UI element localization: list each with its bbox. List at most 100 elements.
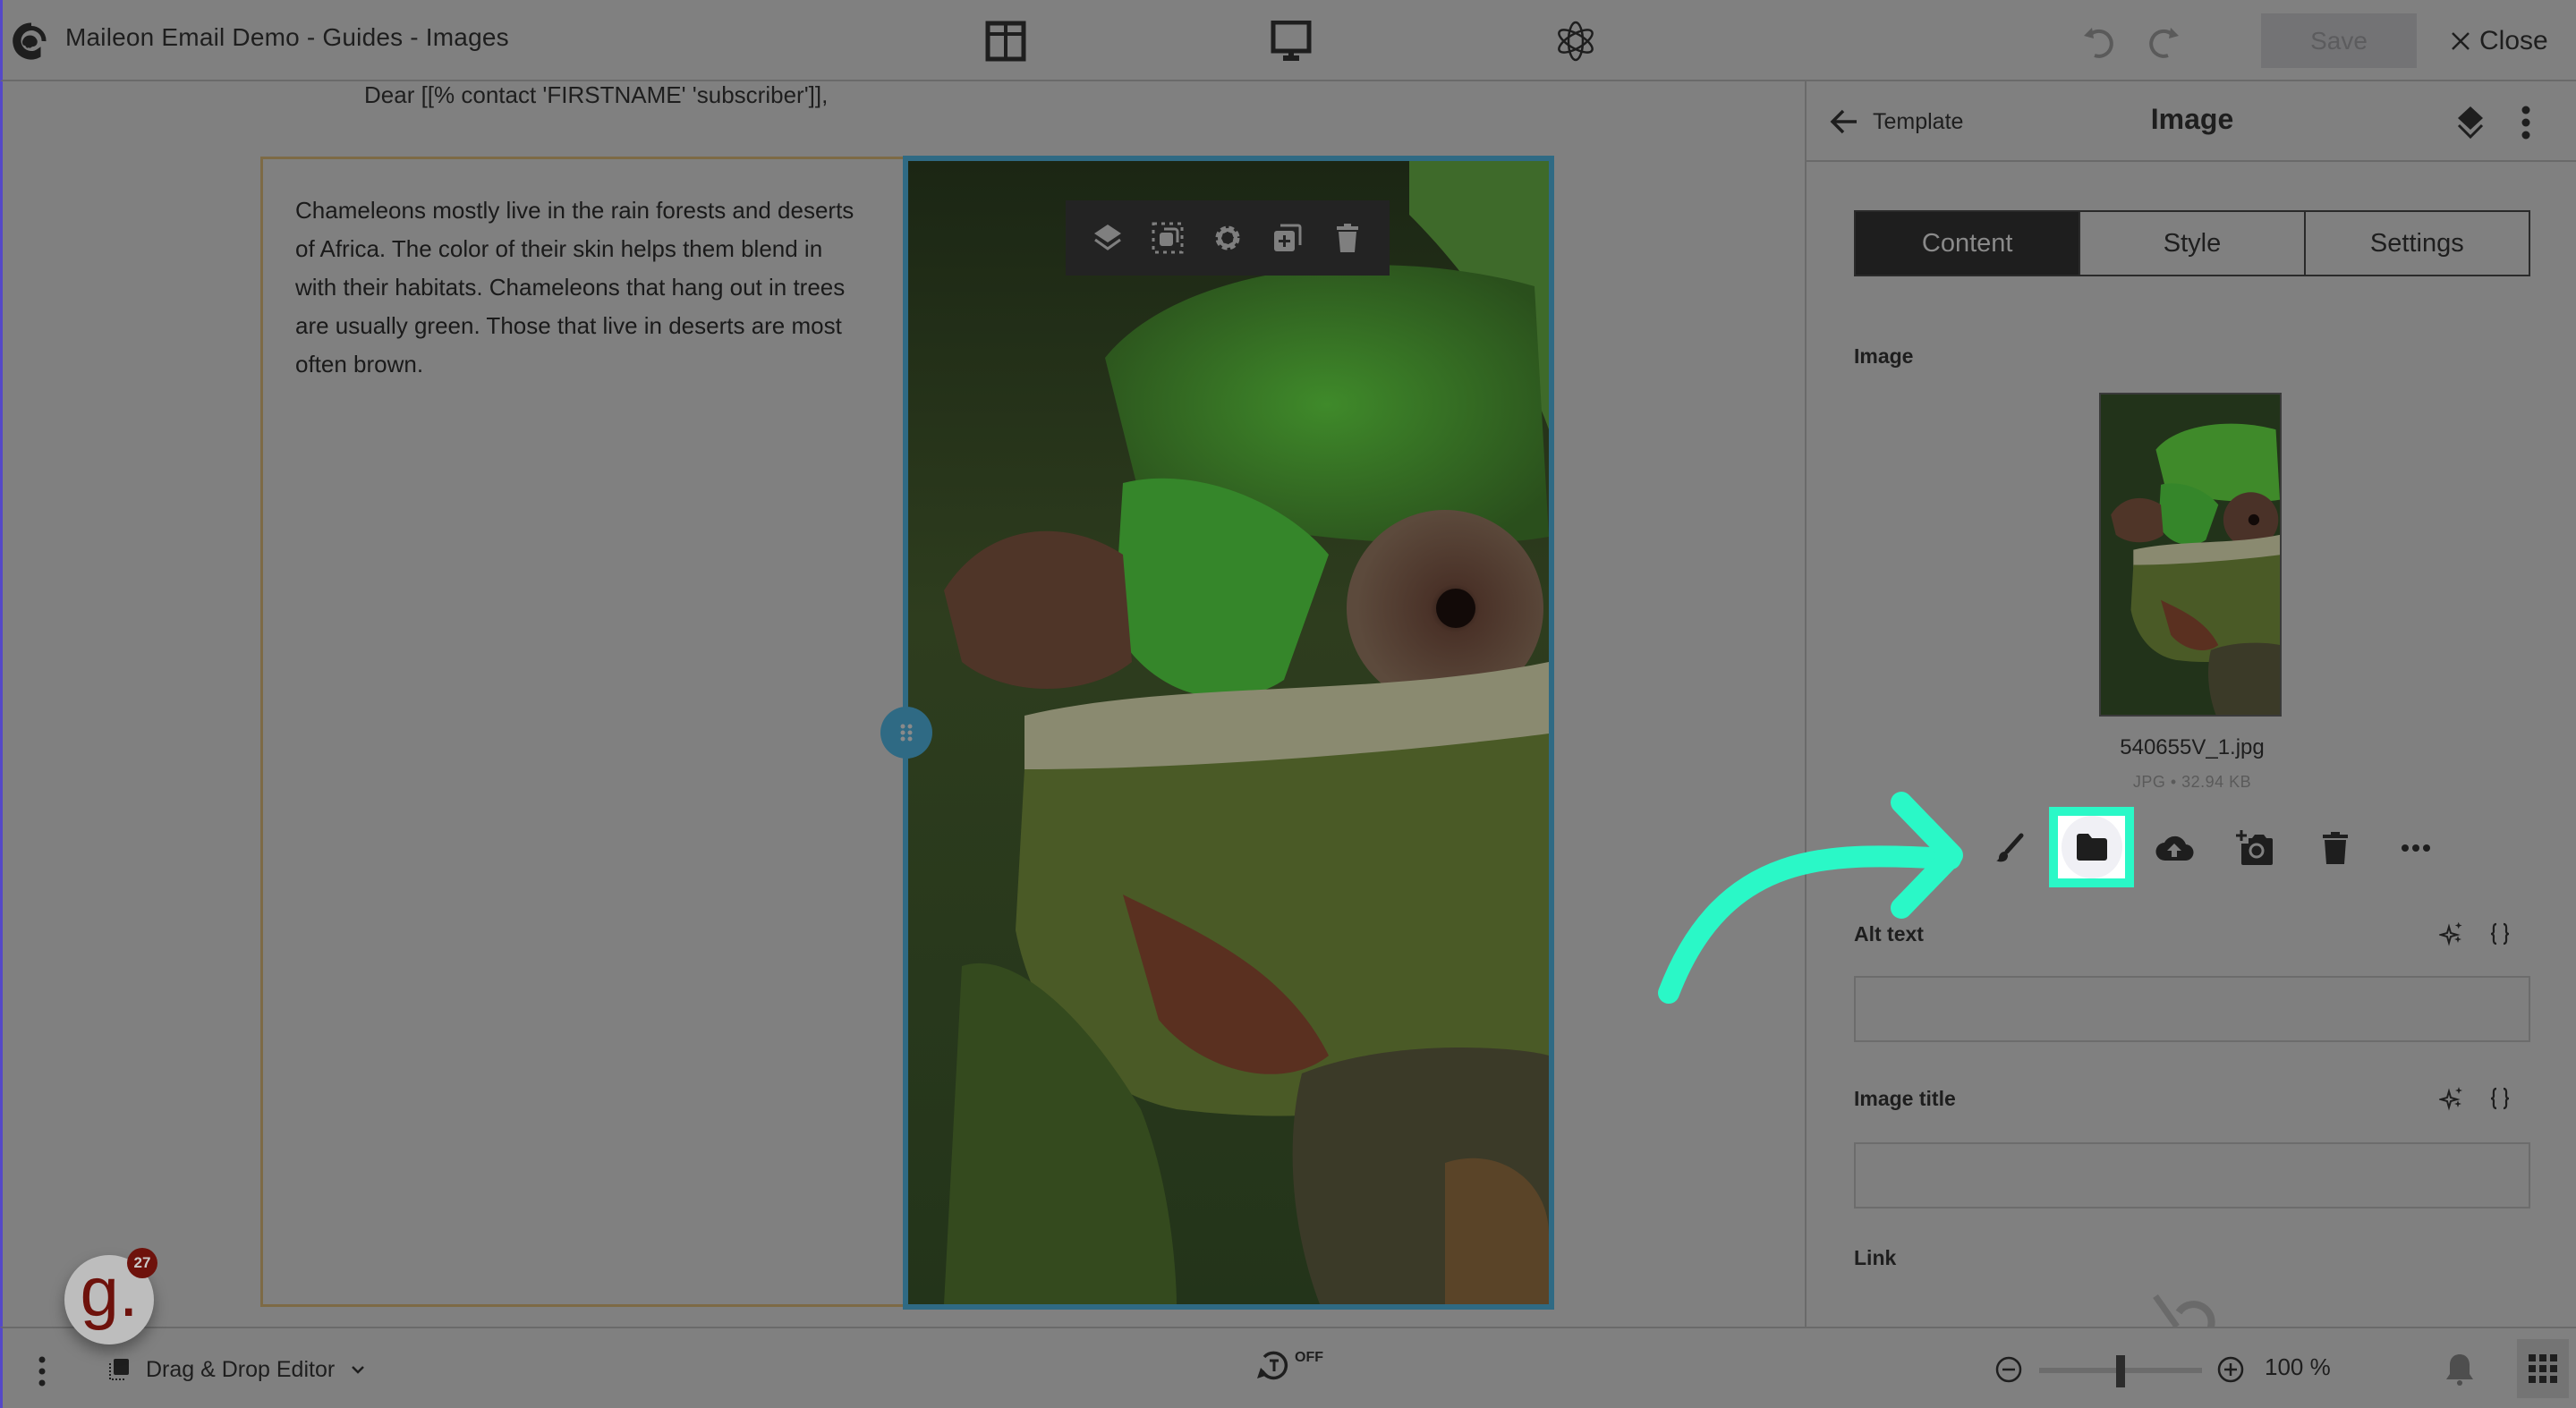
dynamic-content-button[interactable] [1552, 18, 1599, 64]
browse-media-button[interactable] [2049, 807, 2134, 887]
block-layers-button[interactable] [1088, 218, 1127, 258]
zoom-out-icon [1995, 1356, 2022, 1383]
chameleon-image [908, 161, 1549, 1304]
image-title-label: Image title [1854, 1086, 1956, 1110]
tab-settings[interactable]: Settings [2306, 212, 2529, 275]
atom-icon [1558, 21, 1594, 62]
duplicate-icon [1273, 224, 1302, 251]
zoom-in-button[interactable] [2216, 1355, 2245, 1384]
browse-media-highlight [2058, 816, 2125, 878]
edit-image-button[interactable] [1968, 814, 2049, 882]
image-title-input[interactable] [1854, 1142, 2530, 1209]
layers-icon [2457, 106, 2484, 140]
edit-brush-icon [1996, 833, 2024, 862]
alt-text-header: Alt text [1854, 921, 2530, 946]
settings-icon [1215, 225, 1240, 250]
layers-button[interactable] [2453, 105, 2488, 140]
column-resize-handle[interactable] [880, 707, 932, 759]
zoom-slider-thumb[interactable] [2116, 1355, 2125, 1387]
app-menu-button[interactable] [33, 1355, 51, 1387]
drag-drop-editor-icon [109, 1359, 129, 1380]
top-bar: Maileon Email Demo - Guides - Images Sav… [0, 0, 2576, 81]
file-meta: JPG • 32.94 KB [2132, 773, 2252, 791]
editor-mode-label: Drag & Drop Editor [146, 1356, 336, 1382]
personalization-braces-icon[interactable] [2487, 1086, 2512, 1111]
more-image-actions-button[interactable] [2376, 814, 2456, 882]
ai-sparkle-icon[interactable] [2439, 921, 2464, 946]
body-text[interactable]: Chameleons mostly live in the rain fores… [295, 191, 868, 384]
more-vertical-icon [38, 1356, 46, 1387]
block-toolbar [1066, 200, 1390, 276]
apps-grid-icon [2529, 1354, 2557, 1383]
select-parent-button[interactable] [1148, 218, 1187, 258]
close-icon [2452, 32, 2470, 50]
remove-image-button[interactable] [2295, 814, 2376, 882]
upload-cloud-icon [2155, 835, 2194, 861]
image-section-label: Image [1854, 344, 1914, 368]
drag-handle-icon [900, 724, 913, 742]
chevron-down-icon [352, 1366, 365, 1374]
delete-icon [1336, 224, 1358, 252]
browse-folder-icon [2076, 834, 2107, 861]
chameleon-thumbnail-image [2101, 394, 2280, 715]
alt-text-label: Alt text [1854, 921, 1924, 946]
browse-media-hover [2061, 816, 2122, 878]
redo-button[interactable] [2141, 20, 2184, 63]
file-name: 540655V_1.jpg [2120, 735, 2265, 759]
ai-sparkle-icon[interactable] [2439, 1086, 2464, 1111]
delete-icon [2323, 832, 2348, 864]
delete-block-button[interactable] [1328, 218, 1367, 258]
undo-icon [2084, 28, 2113, 58]
redo-icon [2149, 28, 2179, 58]
autosave-toggle[interactable]: OFF [1255, 1348, 1323, 1384]
undo-button[interactable] [2079, 20, 2121, 63]
panel-menu-button[interactable] [2515, 105, 2537, 140]
add-photo-button[interactable] [2215, 814, 2295, 882]
email-canvas: Dear [[% contact 'FIRSTNAME' 'subscriber… [0, 81, 1805, 1327]
back-to-template-button[interactable]: Template [1830, 103, 1963, 140]
block-settings-button[interactable] [1208, 218, 1247, 258]
guide-widget-button[interactable]: g. 27 [64, 1248, 157, 1344]
app-title: Maileon Email Demo - Guides - Images [65, 23, 509, 51]
tab-content[interactable]: Content [1856, 212, 2081, 275]
duplicate-block-button[interactable] [1268, 218, 1307, 258]
image-actions-toolbar [1968, 807, 2456, 887]
bottom-bar: Drag & Drop Editor OFF 100 % [0, 1327, 2576, 1408]
desktop-preview-icon [1271, 21, 1312, 61]
zoom-level: 100 % [2265, 1353, 2331, 1380]
add-photo-icon [2236, 830, 2273, 865]
image-thumbnail[interactable] [2099, 393, 2282, 717]
no-link-icon [2148, 1291, 2220, 1327]
save-button[interactable]: Save [2261, 13, 2417, 68]
guide-count-badge: 27 [127, 1248, 157, 1278]
notifications-button[interactable] [2444, 1352, 2476, 1387]
panel-tabs: Content Style Settings [1854, 210, 2530, 276]
app-logo-icon [12, 21, 51, 61]
text-block[interactable]: Chameleons mostly live in the rain fores… [260, 157, 905, 1307]
apps-grid-button[interactable] [2517, 1339, 2569, 1398]
link-label: Link [1854, 1246, 1897, 1269]
more-vertical-icon [2521, 106, 2530, 140]
zoom-slider[interactable] [2039, 1355, 2202, 1387]
layout-icon [985, 21, 1026, 62]
zoom-out-button[interactable] [1994, 1355, 2023, 1384]
layers-icon [1094, 225, 1122, 250]
image-block-selected[interactable] [903, 156, 1554, 1310]
panel-header: Template Image [1807, 81, 2576, 162]
upload-image-button[interactable] [2134, 814, 2215, 882]
personalization-braces-icon[interactable] [2487, 921, 2512, 946]
layout-structure-button[interactable] [982, 18, 1029, 64]
more-horizontal-icon [2402, 844, 2430, 852]
back-label: Template [1873, 108, 1964, 134]
bell-icon [2446, 1354, 2473, 1386]
tab-style[interactable]: Style [2080, 212, 2306, 275]
greeting-text[interactable]: Dear [[% contact 'FIRSTNAME' 'subscriber… [364, 81, 828, 109]
select-parent-icon [1152, 222, 1184, 254]
alt-text-input[interactable] [1854, 976, 2530, 1042]
close-button[interactable]: Close [2451, 20, 2548, 63]
autosave-timer-icon [1257, 1351, 1288, 1380]
editor-mode-selector[interactable]: Drag & Drop Editor [108, 1352, 365, 1387]
zoom-in-icon [2217, 1356, 2244, 1383]
desktop-preview-button[interactable] [1268, 18, 1314, 64]
arrow-left-icon [1830, 109, 1857, 134]
